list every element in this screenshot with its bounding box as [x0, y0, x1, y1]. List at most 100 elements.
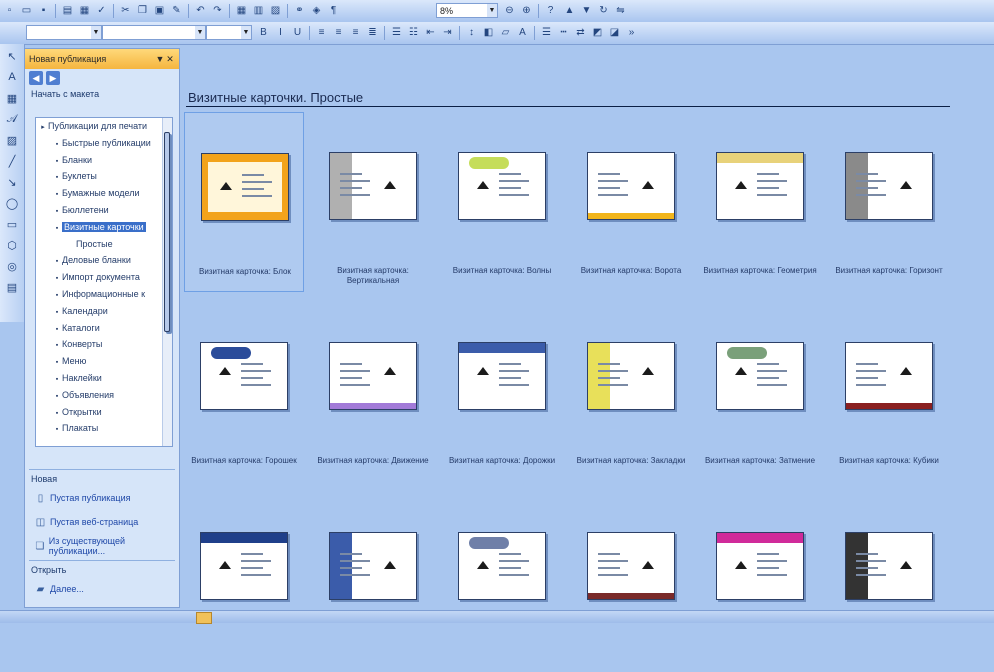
bold-icon[interactable]: B: [256, 25, 271, 40]
bullets-icon[interactable]: ☷: [406, 25, 421, 40]
flip-icon[interactable]: ⇋: [613, 3, 628, 18]
rectangle-icon[interactable]: ▭: [3, 215, 21, 233]
tree-item[interactable]: ▪ Плакаты: [36, 420, 172, 437]
font-size-select[interactable]: ▼: [206, 25, 252, 40]
template-item[interactable]: Визитная карточка: Кубики: [829, 302, 949, 482]
template-item[interactable]: Визитная карточка: Волны: [442, 112, 562, 292]
template-item[interactable]: [829, 492, 949, 672]
line-icon[interactable]: ╱: [3, 152, 21, 170]
template-item[interactable]: [313, 492, 433, 672]
tree-item[interactable]: ▪ Объявления: [36, 387, 172, 404]
task-pane-link[interactable]: ❏ Из существующей публикации...: [25, 534, 179, 558]
tree-item[interactable]: ▸ Публикации для печати: [36, 118, 172, 135]
tree-item[interactable]: ▪ Визитные карточки: [36, 219, 172, 236]
tree-item[interactable]: ▪ Бюллетени: [36, 202, 172, 219]
tree-item[interactable]: ▪ Буклеты: [36, 168, 172, 185]
tree-item[interactable]: ▪ Меню: [36, 353, 172, 370]
picture-icon[interactable]: ▨: [268, 3, 283, 18]
template-item[interactable]: [700, 492, 820, 672]
columns-icon[interactable]: ▥: [251, 3, 266, 18]
format-painter-icon[interactable]: ✎: [169, 3, 184, 18]
select-icon[interactable]: ↖: [3, 47, 21, 65]
tree-item[interactable]: ▪ Деловые бланки: [36, 252, 172, 269]
table-icon[interactable]: ▦: [234, 3, 249, 18]
template-item[interactable]: Визитная карточка: Горизонт: [829, 112, 949, 292]
line-spacing-icon[interactable]: ↕: [464, 25, 479, 40]
decrease-indent-icon[interactable]: ⇤: [423, 25, 438, 40]
increase-indent-icon[interactable]: ⇥: [440, 25, 455, 40]
align-center-icon[interactable]: ≡: [331, 25, 346, 40]
spelling-icon[interactable]: ✓: [94, 3, 109, 18]
line-color-icon[interactable]: ▱: [498, 25, 513, 40]
tree-item[interactable]: ▪ Конверты: [36, 336, 172, 353]
tree-item[interactable]: ▪ Быстрые публикации: [36, 135, 172, 152]
print-icon[interactable]: ▤: [60, 3, 75, 18]
task-pane-link[interactable]: ▰ Далее...: [25, 577, 179, 601]
picture-frame-icon[interactable]: ▨: [3, 131, 21, 149]
shadow-icon[interactable]: ◩: [590, 25, 605, 40]
template-item[interactable]: Визитная карточка: Блок: [184, 112, 304, 292]
italic-icon[interactable]: I: [273, 25, 288, 40]
3d-icon[interactable]: ◪: [607, 25, 622, 40]
new-icon[interactable]: ▫: [2, 3, 17, 18]
bring-front-icon[interactable]: ▲: [562, 3, 577, 18]
template-item[interactable]: [571, 492, 691, 672]
template-item[interactable]: Визитная карточка: Движение: [313, 302, 433, 482]
font-select[interactable]: ▼: [102, 25, 206, 40]
forward-icon[interactable]: ▶: [46, 71, 60, 85]
text-box-icon[interactable]: A: [3, 68, 21, 86]
style-select[interactable]: ▼: [26, 25, 102, 40]
tree-item[interactable]: Простые: [36, 236, 172, 253]
align-right-icon[interactable]: ≡: [348, 25, 363, 40]
open-icon[interactable]: ▭: [19, 3, 34, 18]
autoshapes-icon[interactable]: ⬡: [3, 236, 21, 254]
hyperlink-icon[interactable]: ⚭: [292, 3, 307, 18]
close-icon[interactable]: ✕: [165, 54, 175, 65]
wordart-icon[interactable]: 𝒜: [3, 110, 21, 128]
template-item[interactable]: Визитная карточка: Геометрия: [700, 112, 820, 292]
table-frame-icon[interactable]: ▦: [3, 89, 21, 107]
send-back-icon[interactable]: ▼: [579, 3, 594, 18]
template-item[interactable]: Визитная карточка: Горошек: [184, 302, 304, 482]
design-gallery-icon[interactable]: ▤: [3, 278, 21, 296]
print-preview-icon[interactable]: ▦: [77, 3, 92, 18]
zoom-out-icon[interactable]: ⊖: [502, 3, 517, 18]
task-pane-link[interactable]: ▯ Пустая публикация: [25, 486, 179, 510]
task-pane-link[interactable]: ◫ Пустая веб-страница: [25, 510, 179, 534]
justify-icon[interactable]: ≣: [365, 25, 380, 40]
template-item[interactable]: [442, 492, 562, 672]
tree-item[interactable]: ▪ Бумажные модели: [36, 185, 172, 202]
font-color-icon[interactable]: A: [515, 25, 530, 40]
save-icon[interactable]: ▪: [36, 3, 51, 18]
undo-icon[interactable]: ↶: [193, 3, 208, 18]
zoom-select[interactable]: 8% ▼: [436, 3, 498, 18]
align-left-icon[interactable]: ≡: [314, 25, 329, 40]
template-item[interactable]: Визитная карточка: Затмение: [700, 302, 820, 482]
template-item[interactable]: Визитная карточка: Вертикальная: [313, 112, 433, 292]
tree-item[interactable]: ▪ Наклейки: [36, 370, 172, 387]
back-icon[interactable]: ◀: [29, 71, 43, 85]
arrow-icon[interactable]: ↘: [3, 173, 21, 191]
template-item[interactable]: Визитная карточка: Дорожки: [442, 302, 562, 482]
template-item[interactable]: [184, 492, 304, 672]
more-buttons-icon[interactable]: »: [624, 25, 639, 40]
zoom-in-icon[interactable]: ⊕: [519, 3, 534, 18]
page-navigator-icon[interactable]: [196, 612, 212, 624]
drawing-icon[interactable]: ◈: [309, 3, 324, 18]
tree-item[interactable]: ▪ Бланки: [36, 152, 172, 169]
tree-item[interactable]: ▪ Открытки: [36, 404, 172, 421]
hotspot-icon[interactable]: ◎: [3, 257, 21, 275]
underline-icon[interactable]: U: [290, 25, 305, 40]
fill-color-icon[interactable]: ◧: [481, 25, 496, 40]
tree-item[interactable]: ▪ Импорт документа: [36, 269, 172, 286]
tree-item[interactable]: ▪ Информационные к: [36, 286, 172, 303]
tree-item[interactable]: ▪ Календари: [36, 303, 172, 320]
numbering-icon[interactable]: ☰: [389, 25, 404, 40]
copy-icon[interactable]: ❐: [135, 3, 150, 18]
template-item[interactable]: Визитная карточка: Ворота: [571, 112, 691, 292]
template-item[interactable]: Визитная карточка: Закладки: [571, 302, 691, 482]
line-style-icon[interactable]: ☰: [539, 25, 554, 40]
rotate-icon[interactable]: ↻: [596, 3, 611, 18]
tree-item[interactable]: ▪ Каталоги: [36, 320, 172, 337]
arrow-style-icon[interactable]: ⇄: [573, 25, 588, 40]
